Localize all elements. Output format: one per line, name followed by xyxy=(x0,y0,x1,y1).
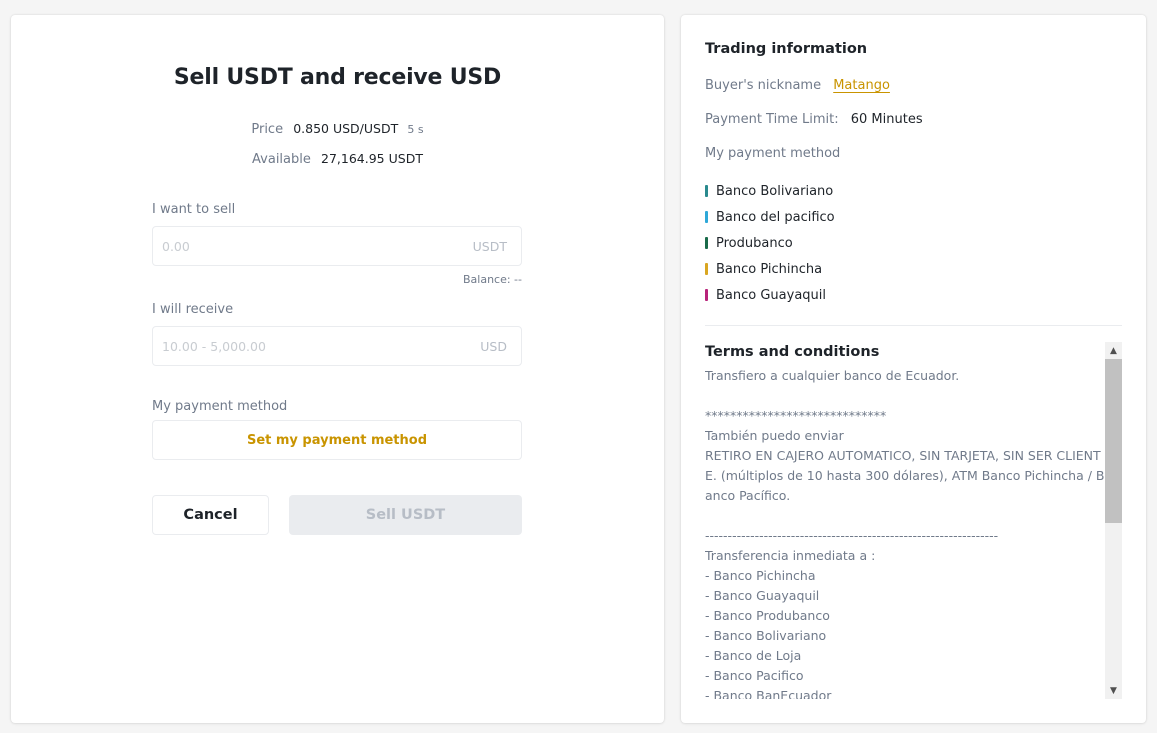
receive-amount-input[interactable] xyxy=(162,338,481,354)
trading-info-title: Trading information xyxy=(705,41,868,57)
available-label: Available xyxy=(252,152,311,167)
buyer-nickname-label: Buyer's nickname xyxy=(705,78,822,93)
available-row: Available 27,164.95 USDT xyxy=(11,151,664,167)
payment-method-color-bar xyxy=(705,185,708,197)
payment-method-label: My payment method xyxy=(152,399,288,414)
cancel-button[interactable]: Cancel xyxy=(152,495,269,535)
receive-amount-label: I will receive xyxy=(152,302,234,317)
terms-title: Terms and conditions xyxy=(705,344,880,360)
terms-text: Transfiero a cualquier banco de Ecuador.… xyxy=(705,368,1105,699)
payment-method-name: Produbanco xyxy=(716,235,793,251)
my-payment-method-row: My payment method xyxy=(705,146,848,161)
sell-unit-label: USDT xyxy=(472,238,507,254)
payment-method-name: Banco Guayaquil xyxy=(716,287,827,303)
buyer-nickname-link[interactable]: Matango xyxy=(833,78,890,93)
buyer-nickname-row: Buyer's nickname Matango xyxy=(705,78,890,93)
price-label: Price xyxy=(251,122,284,137)
scroll-down-arrow-icon[interactable]: ▼ xyxy=(1105,682,1122,699)
payment-method-item: Banco Guayaquil xyxy=(705,282,835,308)
my-payment-method-label: My payment method xyxy=(705,146,841,161)
payment-method-list: Banco Bolivariano Banco del pacifico Pro… xyxy=(705,178,835,308)
payment-method-color-bar xyxy=(705,289,708,301)
terms-scrollbar[interactable]: ▲ ▼ xyxy=(1105,342,1122,699)
payment-method-item: Banco Bolivariano xyxy=(705,178,835,204)
section-divider xyxy=(705,325,1122,326)
payment-time-limit-row: Payment Time Limit: 60 Minutes xyxy=(705,112,923,127)
payment-time-limit-value: 60 Minutes xyxy=(850,112,923,127)
sell-amount-field[interactable]: USDT xyxy=(152,226,522,266)
order-form-panel: Sell USDT and receive USD Price 0.850 US… xyxy=(11,15,664,723)
available-value: 27,164.95 USDT xyxy=(321,151,423,166)
payment-method-item: Banco del pacifico xyxy=(705,204,835,230)
set-payment-method-button[interactable]: Set my payment method xyxy=(152,420,522,460)
page-title: Sell USDT and receive USD xyxy=(173,65,502,90)
terms-scroll-area[interactable]: Terms and conditions Transfiero a cualqu… xyxy=(705,342,1122,699)
sell-usdt-button[interactable]: Sell USDT xyxy=(289,495,522,535)
scrollbar-thumb[interactable] xyxy=(1105,359,1122,523)
trading-info-panel: Trading information Buyer's nickname Mat… xyxy=(681,15,1146,723)
payment-method-item: Produbanco xyxy=(705,230,835,256)
payment-method-color-bar xyxy=(705,237,708,249)
price-row: Price 0.850 USD/USDT 5 s xyxy=(11,121,664,137)
payment-method-item: Banco Pichincha xyxy=(705,256,835,282)
sell-amount-input[interactable] xyxy=(162,238,473,254)
payment-method-name: Banco del pacifico xyxy=(716,209,835,225)
payment-time-limit-label: Payment Time Limit: xyxy=(705,112,839,127)
price-value: 0.850 USD/USDT xyxy=(293,121,399,136)
payment-method-color-bar xyxy=(705,211,708,223)
balance-text: Balance: -- xyxy=(462,273,522,286)
receive-unit-label: USD xyxy=(480,338,507,354)
terms-content: Terms and conditions Transfiero a cualqu… xyxy=(705,342,1105,699)
receive-amount-field[interactable]: USD xyxy=(152,326,522,366)
payment-method-name: Banco Pichincha xyxy=(716,261,823,277)
sell-amount-label: I want to sell xyxy=(152,202,236,217)
scroll-up-arrow-icon[interactable]: ▲ xyxy=(1105,342,1122,359)
payment-method-name: Banco Bolivariano xyxy=(716,183,834,199)
payment-method-color-bar xyxy=(705,263,708,275)
price-refresh-timer: 5 s xyxy=(407,123,424,136)
